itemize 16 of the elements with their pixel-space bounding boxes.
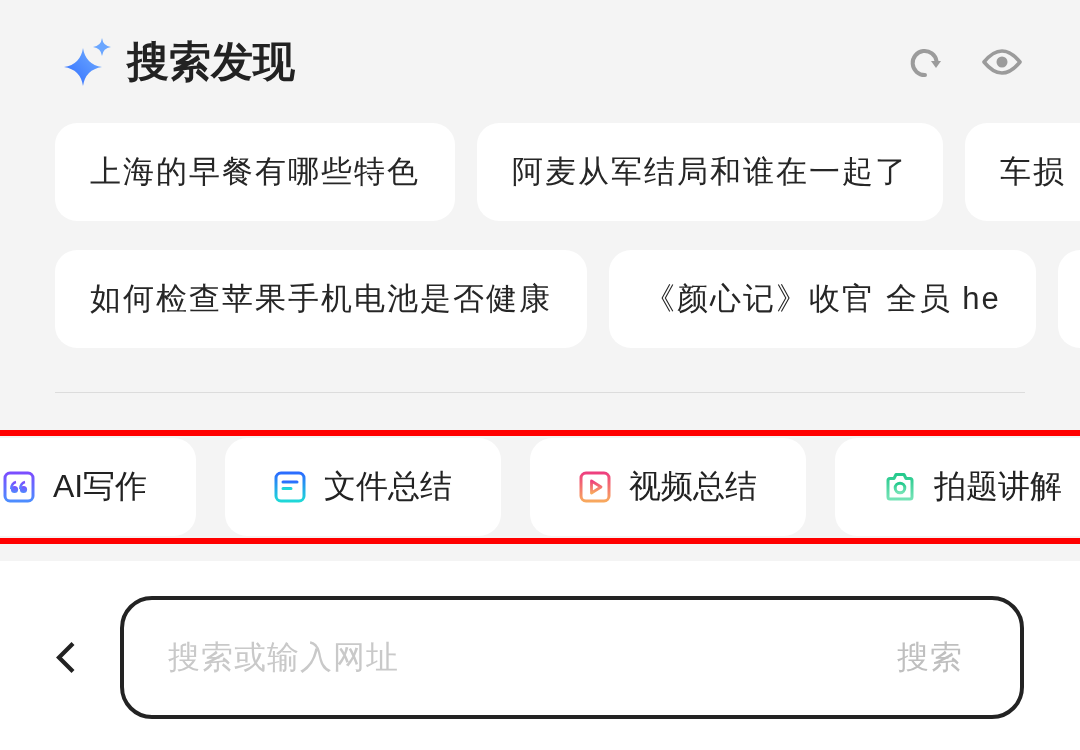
tool-chip[interactable]: 文件总结 bbox=[225, 438, 502, 536]
play-icon bbox=[579, 471, 612, 503]
suggestion-chip[interactable]: 上海的早餐有哪些特色 bbox=[55, 123, 455, 221]
tool-chip[interactable]: 视频总结 bbox=[530, 438, 807, 536]
section-title: 搜索发现 bbox=[127, 41, 295, 83]
back-chevron-icon[interactable] bbox=[55, 641, 76, 674]
tool-chip[interactable]: AI写作 bbox=[0, 438, 197, 536]
quote-icon bbox=[3, 471, 35, 503]
tool-chip[interactable]: 拍题讲解 bbox=[835, 438, 1080, 536]
camera-icon bbox=[884, 471, 917, 503]
suggestion-chip[interactable]: 如何检查苹果手机电池是否健康 bbox=[55, 250, 587, 348]
suggestion-chip[interactable]: 车损 bbox=[965, 123, 1080, 221]
eye-icon[interactable] bbox=[982, 48, 1022, 76]
suggestion-chip[interactable]: 《颜心记》收官 全员 he bbox=[609, 250, 1036, 348]
suggestion-chip[interactable]: 阿麦从军结局和谁在一起了 bbox=[477, 123, 943, 221]
document-icon bbox=[274, 471, 307, 503]
